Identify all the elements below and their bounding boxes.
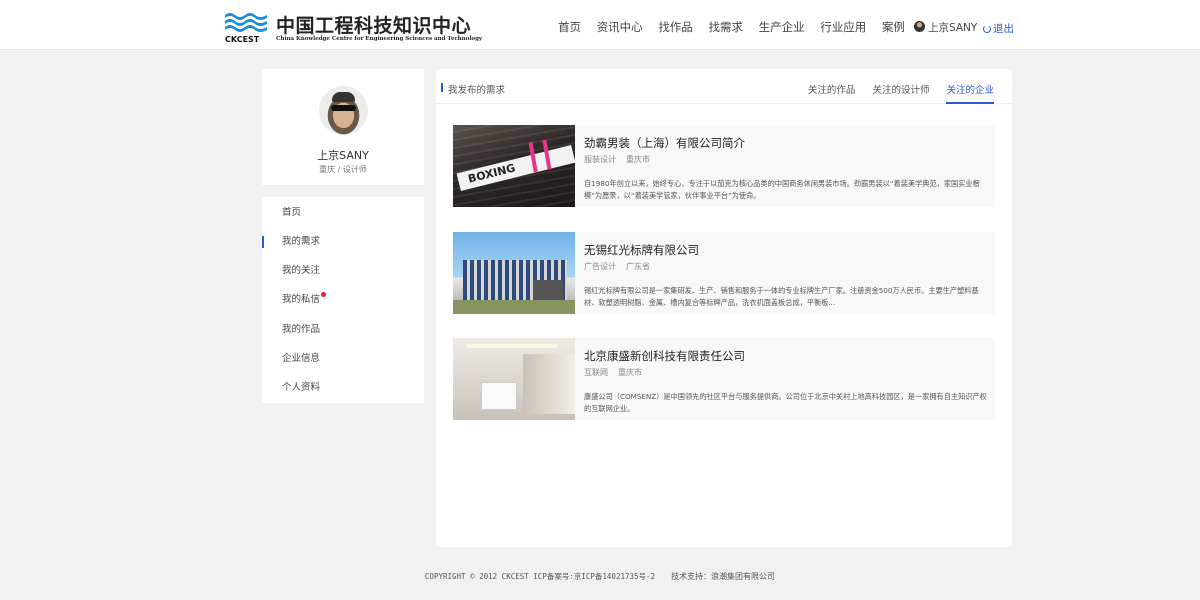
sidebar-item-profile[interactable]: 个人资料: [262, 373, 424, 402]
company-thumbnail: [453, 232, 575, 314]
company-card[interactable]: BOXING 劲霸男装（上海）有限公司简介 服装设计 重庆市 自1980年创立以来…: [453, 125, 995, 207]
top-header: CKCEST 中国工程科技知识中心 China Knowledge Centre…: [0, 0, 1200, 50]
nav-find-demands[interactable]: 找需求: [708, 19, 743, 35]
company-location: 重庆市: [618, 368, 642, 377]
user-menu[interactable]: 上京SANY: [914, 20, 977, 35]
profile-card: 上京SANY 重庆 / 设计师: [262, 69, 424, 185]
main-panel: 我发布的需求 关注的作品 关注的设计师 关注的企业 BOXING 劲霸男装（上海…: [436, 69, 1012, 547]
sidebar-menu: 首页 我的需求 我的关注 我的私信 我的作品 企业信息 个人资料: [262, 197, 424, 403]
section-title: 我发布的需求: [440, 82, 505, 96]
site-logo[interactable]: CKCEST 中国工程科技知识中心 China Knowledge Centre…: [224, 10, 482, 44]
user-name: 上京SANY: [928, 22, 978, 34]
nav-news[interactable]: 资讯中心: [597, 19, 643, 35]
logout-label: 退出: [993, 23, 1014, 35]
company-card[interactable]: 无锡红光标牌有限公司 广告设计 广东省 锡红光标牌有限公司是一家集研发、生产、销售…: [453, 232, 995, 314]
sidebar-item-label: 个人资料: [282, 382, 321, 393]
ckcest-logo-icon: CKCEST: [225, 13, 267, 44]
sidebar-item-my-follows[interactable]: 我的关注: [262, 256, 424, 285]
company-tags: 广告设计 广东省: [584, 261, 660, 272]
sidebar-item-label: 我的私信: [282, 294, 321, 305]
tab-followed-works[interactable]: 关注的作品: [808, 82, 856, 96]
sidebar-item-label: 我的作品: [282, 324, 321, 335]
tab-followed-companies[interactable]: 关注的企业: [946, 82, 994, 104]
unread-dot-icon: [321, 292, 327, 297]
nav-industry-apps[interactable]: 行业应用: [820, 19, 866, 35]
logo-mark-text: CKCEST: [225, 35, 260, 44]
company-description: 锡红光标牌有限公司是一家集研发、生产、销售和服务于一体的专业标牌生产厂家。注册资…: [584, 286, 979, 307]
company-location: 重庆市: [626, 155, 650, 164]
sidebar-item-home[interactable]: 首页: [262, 198, 424, 227]
sidebar-item-my-works[interactable]: 我的作品: [262, 315, 424, 344]
nav-find-works[interactable]: 找作品: [658, 19, 693, 35]
profile-name: 上京SANY: [317, 149, 369, 162]
sidebar-item-label: 企业信息: [282, 353, 321, 364]
company-name[interactable]: 无锡红光标牌有限公司: [584, 242, 699, 258]
logo-subtitle: China Knowledge Centre for Engineering S…: [276, 36, 483, 42]
copyright-text: COPYRIGHT © 2012 CKCEST ICP备案号:京ICP备1402…: [424, 572, 656, 581]
company-location: 广东省: [626, 262, 650, 271]
user-avatar-icon: [914, 21, 925, 32]
main-nav: 首页 资讯中心 找作品 找需求 生产企业 行业应用 案例: [558, 19, 917, 35]
nav-home[interactable]: 首页: [558, 19, 581, 35]
sidebar-item-label: 我的需求: [282, 236, 321, 247]
company-tags: 互联网 重庆市: [584, 367, 652, 378]
company-name[interactable]: 劲霸男装（上海）有限公司简介: [584, 135, 745, 151]
company-description: 康盛公司（COMSENZ）是中国领先的社区平台与服务提供商。公司位于北京中关村上…: [584, 392, 987, 413]
company-card[interactable]: 北京康盛新创科技有限责任公司 互联网 重庆市 康盛公司（COMSENZ）是中国领先…: [453, 338, 995, 420]
avatar[interactable]: [319, 86, 368, 135]
page-footer: COPYRIGHT © 2012 CKCEST ICP备案号:京ICP备1402…: [0, 571, 1200, 582]
company-category: 服装设计: [584, 155, 616, 164]
sidebar-item-label: 我的关注: [282, 265, 321, 276]
company-thumbnail: BOXING: [453, 125, 575, 207]
logo-title: 中国工程科技知识中心: [276, 15, 472, 37]
company-category: 互联网: [584, 368, 608, 377]
nav-cases[interactable]: 案例: [882, 19, 905, 35]
company-thumbnail: [453, 338, 575, 420]
company-category: 广告设计: [584, 262, 616, 271]
power-icon: [983, 25, 991, 33]
panel-header: 我发布的需求 关注的作品 关注的设计师 关注的企业: [436, 69, 1012, 104]
company-name[interactable]: 北京康盛新创科技有限责任公司: [584, 348, 745, 364]
sidebar-item-label: 首页: [282, 207, 302, 218]
company-tags: 服装设计 重庆市: [584, 154, 660, 165]
nav-manufacturers[interactable]: 生产企业: [759, 19, 805, 35]
profile-role: 重庆 / 设计师: [319, 165, 367, 174]
tab-followed-designers[interactable]: 关注的设计师: [872, 82, 929, 96]
follow-tabs: 关注的作品 关注的设计师 关注的企业: [794, 82, 994, 104]
sidebar-item-my-demands[interactable]: 我的需求: [262, 227, 424, 256]
tech-support-text: 技术支持：浪潮集团有限公司: [671, 572, 776, 581]
company-description: 自1980年创立以来，始终专心、专注于以茄克为核心品类的中国商务休闲男装市场。劲…: [584, 179, 980, 200]
sidebar-item-my-messages[interactable]: 我的私信: [262, 285, 424, 314]
logout-button[interactable]: 退出: [983, 21, 1014, 36]
sidebar-item-company-info[interactable]: 企业信息: [262, 344, 424, 373]
